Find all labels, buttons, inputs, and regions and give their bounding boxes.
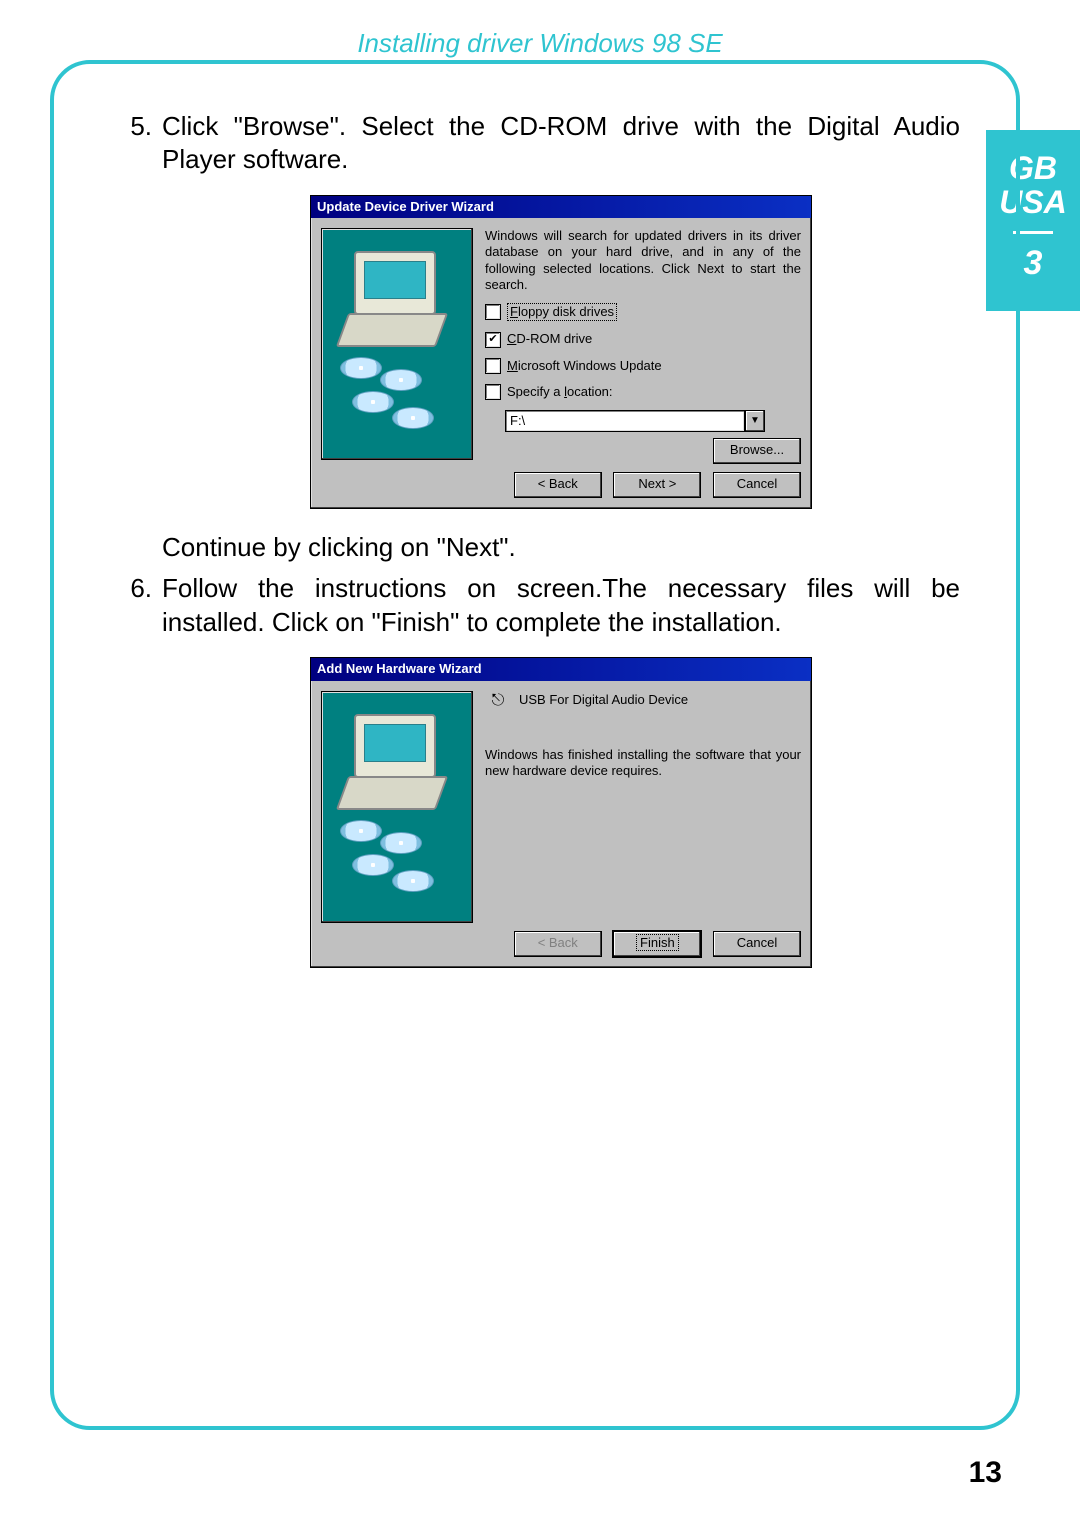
add-new-hardware-wizard-dialog: Add New Hardware Wizard ⬚: [310, 657, 812, 968]
step-5-continue-text: Continue by clicking on "Next".: [162, 531, 960, 564]
cancel-button[interactable]: Cancel: [713, 472, 801, 498]
monitor-icon: ⬚: [354, 714, 436, 778]
monitor-icon: ⬚: [354, 251, 436, 315]
disc-icon: [392, 407, 434, 429]
dialog2-sidebar-image: ⬚: [321, 691, 473, 923]
running-header: Installing driver Windows 98 SE: [0, 28, 1080, 59]
update-driver-wizard-dialog: Update Device Driver Wizard ⬚: [310, 195, 812, 510]
disc-icon: [380, 832, 422, 854]
dialog1-sidebar-image: ⬚: [321, 228, 473, 460]
computer-base-icon: [336, 313, 448, 347]
cdrom-checkbox-row[interactable]: CD-ROM drive: [485, 331, 801, 347]
back-button-disabled: < Back: [514, 931, 602, 957]
step-5-number: 5.: [110, 110, 162, 564]
disc-icon: [352, 391, 394, 413]
dialog1-button-row: < Back Next > Cancel: [311, 464, 811, 508]
usb-icon: ⎋: [485, 691, 511, 711]
specify-location-checkbox-label: Specify a location:: [507, 384, 613, 400]
disc-icon: [340, 357, 382, 379]
browse-button[interactable]: Browse...: [713, 438, 801, 464]
finish-button[interactable]: Finish: [613, 931, 701, 957]
dialog1-title: Update Device Driver Wizard: [311, 196, 811, 219]
page-number: 13: [969, 1456, 1002, 1490]
specify-location-checkbox-row[interactable]: Specify a location:: [485, 384, 801, 400]
dialog1-intro-text: Windows will search for updated drivers …: [485, 228, 801, 293]
winupdate-checkbox-row[interactable]: Microsoft Windows Update: [485, 358, 801, 374]
winupdate-checkbox[interactable]: [485, 358, 501, 374]
computer-base-icon: [336, 776, 448, 810]
manual-page: Installing driver Windows 98 SE GB USA 3…: [0, 0, 1080, 1530]
step-6: 6. Follow the instructions on screen.The…: [110, 572, 960, 989]
disc-icon: [392, 870, 434, 892]
step-6-text: Follow the instructions on screen.The ne…: [162, 572, 960, 639]
floppy-checkbox[interactable]: [485, 304, 501, 320]
specify-location-checkbox[interactable]: [485, 384, 501, 400]
disc-icon: [380, 369, 422, 391]
cdrom-checkbox-label: CD-ROM drive: [507, 331, 592, 347]
location-input[interactable]: F:\: [505, 410, 745, 432]
floppy-checkbox-row[interactable]: Floppy disk drives: [485, 303, 801, 321]
dialog2-button-row: < Back Finish Cancel: [311, 923, 811, 967]
winupdate-checkbox-label: Microsoft Windows Update: [507, 358, 662, 374]
back-button[interactable]: < Back: [514, 472, 602, 498]
dialog2-title: Add New Hardware Wizard: [311, 658, 811, 681]
cancel-button[interactable]: Cancel: [713, 931, 801, 957]
floppy-checkbox-label: Floppy disk drives: [507, 303, 617, 321]
content-area: 5. Click "Browse". Select the CD-ROM dri…: [110, 110, 960, 996]
step-6-number: 6.: [110, 572, 162, 989]
disc-icon: [352, 854, 394, 876]
cdrom-checkbox[interactable]: [485, 332, 501, 348]
step-5: 5. Click "Browse". Select the CD-ROM dri…: [110, 110, 960, 564]
dialog2-finished-text: Windows has finished installing the soft…: [485, 747, 801, 780]
next-button[interactable]: Next >: [613, 472, 701, 498]
disc-icon: [340, 820, 382, 842]
location-dropdown-button[interactable]: ▼: [745, 410, 765, 432]
dialog2-device-name: USB For Digital Audio Device: [519, 692, 688, 708]
step-5-text: Click "Browse". Select the CD-ROM drive …: [162, 110, 960, 177]
